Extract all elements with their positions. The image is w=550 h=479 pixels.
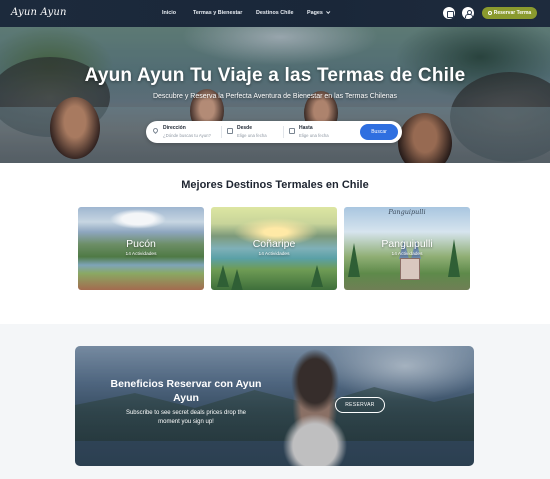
search-icon [487, 11, 492, 15]
destination-name: Pucón [126, 238, 156, 250]
destination-card-conaripe[interactable]: Coñaripe 14 Actividades [211, 207, 337, 290]
user-icon[interactable] [462, 7, 474, 19]
calendar-icon[interactable] [443, 7, 455, 19]
to-date-field[interactable]: Hasta Elige una fecha [299, 125, 329, 138]
promo-title: Beneficios Reservar con Ayun Ayun [110, 378, 262, 404]
location-pin-icon [151, 126, 160, 135]
promo-text: Subscribe to see secret deals prices dro… [125, 410, 247, 425]
reserve-terma-button[interactable]: Reservar Terma [482, 7, 537, 19]
direction-label: Dirección [163, 125, 186, 131]
top-navbar: Ayun Ayun Inicio Termas y Bienestar Dest… [0, 0, 550, 27]
promo-overlay [75, 346, 474, 466]
promo-banner: Beneficios Reservar con Ayun Ayun Subscr… [75, 346, 474, 466]
calendar-icon [227, 128, 233, 134]
destination-card-panguipulli[interactable]: Panguipulli Panguipulli 14 Actividades [344, 207, 470, 290]
destination-name: Coñaripe [252, 238, 296, 250]
direction-field[interactable]: Dirección ¿Dónde buscas tu Ayun? [163, 125, 211, 138]
nav-link-pages[interactable]: Pages [307, 9, 331, 16]
reserve-terma-label: Reservar Terma [493, 10, 532, 16]
destination-count: 14 Actividades [258, 252, 290, 257]
search-bar: Dirección ¿Dónde buscas tu Ayun? Desde E… [146, 121, 402, 143]
tree-illustration [311, 265, 323, 287]
nav-link-inicio[interactable]: Inicio [162, 10, 176, 16]
destination-name: Panguipulli [381, 238, 433, 250]
hero-subtitle: Descubre y Reserva la Perfecta Aventura … [152, 93, 398, 100]
to-date-label: Hasta [299, 125, 313, 131]
tree-illustration [231, 269, 243, 290]
brand-logo[interactable]: Ayun Ayun [11, 7, 67, 18]
church-body [400, 258, 420, 280]
nav-pages-label: Pages [307, 10, 323, 16]
search-button[interactable]: Buscar [360, 124, 398, 140]
calendar-icon [289, 128, 295, 134]
destination-script-label: Panguipulli [388, 208, 426, 216]
destination-card-pucon[interactable]: Pucón 14 Actividades [78, 207, 204, 290]
nav-link-destinos-chile[interactable]: Destinos Chile [256, 10, 293, 16]
destinations-title: Mejores Destinos Termales en Chile [181, 179, 369, 191]
from-date-label: Desde [237, 125, 253, 131]
nav-link-termas-bienestar[interactable]: Termas y Bienestar [193, 10, 242, 16]
from-date-input[interactable]: Elige una fecha [237, 133, 267, 138]
search-divider [283, 126, 284, 138]
tree-illustration [217, 265, 229, 287]
to-date-input[interactable]: Elige una fecha [299, 133, 329, 138]
destination-count: 14 Actividades [125, 252, 157, 257]
chevron-down-icon [325, 9, 331, 14]
direction-input[interactable]: ¿Dónde buscas tu Ayun? [163, 133, 211, 138]
promo-reserve-button[interactable]: RESERVAR [335, 397, 385, 413]
from-date-field[interactable]: Desde Elige una fecha [237, 125, 267, 138]
hero-title: Ayun Ayun Tu Viaje a las Termas de Chile [84, 65, 466, 86]
destination-count: 14 Actividades [391, 252, 423, 257]
search-divider [221, 126, 222, 138]
